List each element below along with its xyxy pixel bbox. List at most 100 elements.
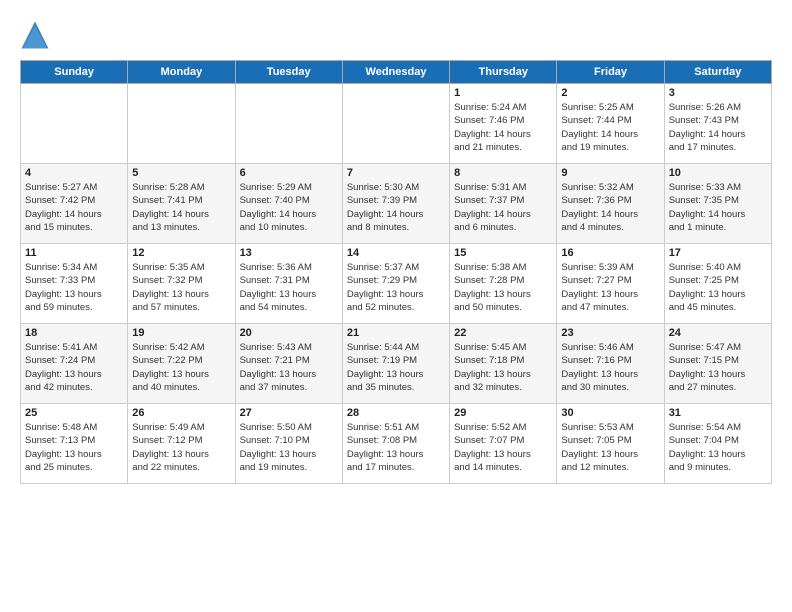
calendar-cell <box>21 84 128 164</box>
day-info: Sunrise: 5:52 AMSunset: 7:07 PMDaylight:… <box>454 421 552 474</box>
day-number: 8 <box>454 167 552 179</box>
day-info: Sunrise: 5:25 AMSunset: 7:44 PMDaylight:… <box>561 101 659 154</box>
day-number: 2 <box>561 87 659 99</box>
day-number: 4 <box>25 167 123 179</box>
logo-icon <box>20 20 50 50</box>
weekday-header-saturday: Saturday <box>664 61 771 84</box>
calendar-cell: 9 Sunrise: 5:32 AMSunset: 7:36 PMDaylight… <box>557 164 664 244</box>
weekday-header-row: SundayMondayTuesdayWednesdayThursdayFrid… <box>21 61 772 84</box>
calendar-cell: 17 Sunrise: 5:40 AMSunset: 7:25 PMDayligh… <box>664 244 771 324</box>
calendar-cell: 15 Sunrise: 5:38 AMSunset: 7:28 PMDayligh… <box>450 244 557 324</box>
calendar-cell: 8 Sunrise: 5:31 AMSunset: 7:37 PMDaylight… <box>450 164 557 244</box>
day-info: Sunrise: 5:50 AMSunset: 7:10 PMDaylight:… <box>240 421 338 474</box>
weekday-header-sunday: Sunday <box>21 61 128 84</box>
day-number: 5 <box>132 167 230 179</box>
calendar-week-5: 25Sunrise: 5:48 AMSunset: 7:13 PMDayligh… <box>21 404 772 484</box>
weekday-header-friday: Friday <box>557 61 664 84</box>
weekday-header-tuesday: Tuesday <box>235 61 342 84</box>
day-number: 7 <box>347 167 445 179</box>
calendar-cell: 29Sunrise: 5:52 AMSunset: 7:07 PMDayligh… <box>450 404 557 484</box>
day-info: Sunrise: 5:53 AMSunset: 7:05 PMDaylight:… <box>561 421 659 474</box>
day-info: Sunrise: 5:41 AMSunset: 7:24 PMDaylight:… <box>25 341 123 394</box>
day-info: Sunrise: 5:44 AMSunset: 7:19 PMDaylight:… <box>347 341 445 394</box>
day-info: Sunrise: 5:32 AMSunset: 7:36 PMDaylight:… <box>561 181 659 234</box>
calendar-cell: 19Sunrise: 5:42 AMSunset: 7:22 PMDayligh… <box>128 324 235 404</box>
calendar-cell: 31 Sunrise: 5:54 AMSunset: 7:04 PMDayligh… <box>664 404 771 484</box>
day-info: Sunrise: 5:54 AMSunset: 7:04 PMDaylight:… <box>669 421 767 474</box>
day-info: Sunrise: 5:30 AMSunset: 7:39 PMDaylight:… <box>347 181 445 234</box>
day-number: 28 <box>347 407 445 419</box>
calendar-cell: 16 Sunrise: 5:39 AMSunset: 7:27 PMDayligh… <box>557 244 664 324</box>
day-info: Sunrise: 5:49 AMSunset: 7:12 PMDaylight:… <box>132 421 230 474</box>
day-number: 26 <box>132 407 230 419</box>
day-number: 13 <box>240 247 338 259</box>
day-info: Sunrise: 5:47 AMSunset: 7:15 PMDaylight:… <box>669 341 767 394</box>
calendar-cell: 5 Sunrise: 5:28 AMSunset: 7:41 PMDaylight… <box>128 164 235 244</box>
day-number: 22 <box>454 327 552 339</box>
calendar-cell: 4 Sunrise: 5:27 AMSunset: 7:42 PMDaylight… <box>21 164 128 244</box>
calendar-body: 1 Sunrise: 5:24 AMSunset: 7:46 PMDaylight… <box>21 84 772 484</box>
day-number: 24 <box>669 327 767 339</box>
day-info: Sunrise: 5:35 AMSunset: 7:32 PMDaylight:… <box>132 261 230 314</box>
day-info: Sunrise: 5:45 AMSunset: 7:18 PMDaylight:… <box>454 341 552 394</box>
day-info: Sunrise: 5:36 AMSunset: 7:31 PMDaylight:… <box>240 261 338 314</box>
calendar-week-1: 1 Sunrise: 5:24 AMSunset: 7:46 PMDaylight… <box>21 84 772 164</box>
day-number: 30 <box>561 407 659 419</box>
weekday-header-wednesday: Wednesday <box>342 61 449 84</box>
calendar-cell: 2 Sunrise: 5:25 AMSunset: 7:44 PMDaylight… <box>557 84 664 164</box>
calendar-cell: 20Sunrise: 5:43 AMSunset: 7:21 PMDayligh… <box>235 324 342 404</box>
day-number: 23 <box>561 327 659 339</box>
day-number: 21 <box>347 327 445 339</box>
calendar-cell: 27 Sunrise: 5:50 AMSunset: 7:10 PMDayligh… <box>235 404 342 484</box>
calendar-cell <box>342 84 449 164</box>
day-number: 16 <box>561 247 659 259</box>
day-info: Sunrise: 5:28 AMSunset: 7:41 PMDaylight:… <box>132 181 230 234</box>
calendar-cell <box>128 84 235 164</box>
calendar-cell: 25Sunrise: 5:48 AMSunset: 7:13 PMDayligh… <box>21 404 128 484</box>
day-info: Sunrise: 5:51 AMSunset: 7:08 PMDaylight:… <box>347 421 445 474</box>
day-number: 9 <box>561 167 659 179</box>
calendar-cell: 11 Sunrise: 5:34 AMSunset: 7:33 PMDayligh… <box>21 244 128 324</box>
day-info: Sunrise: 5:37 AMSunset: 7:29 PMDaylight:… <box>347 261 445 314</box>
day-info: Sunrise: 5:40 AMSunset: 7:25 PMDaylight:… <box>669 261 767 314</box>
day-info: Sunrise: 5:46 AMSunset: 7:16 PMDaylight:… <box>561 341 659 394</box>
day-number: 10 <box>669 167 767 179</box>
calendar-cell: 18 Sunrise: 5:41 AMSunset: 7:24 PMDayligh… <box>21 324 128 404</box>
day-number: 1 <box>454 87 552 99</box>
day-info: Sunrise: 5:43 AMSunset: 7:21 PMDaylight:… <box>240 341 338 394</box>
calendar-week-3: 11 Sunrise: 5:34 AMSunset: 7:33 PMDayligh… <box>21 244 772 324</box>
calendar-cell: 21 Sunrise: 5:44 AMSunset: 7:19 PMDayligh… <box>342 324 449 404</box>
day-info: Sunrise: 5:31 AMSunset: 7:37 PMDaylight:… <box>454 181 552 234</box>
day-number: 15 <box>454 247 552 259</box>
calendar-cell: 12 Sunrise: 5:35 AMSunset: 7:32 PMDayligh… <box>128 244 235 324</box>
day-info: Sunrise: 5:38 AMSunset: 7:28 PMDaylight:… <box>454 261 552 314</box>
calendar-cell: 10 Sunrise: 5:33 AMSunset: 7:35 PMDayligh… <box>664 164 771 244</box>
calendar-cell <box>235 84 342 164</box>
day-number: 12 <box>132 247 230 259</box>
day-info: Sunrise: 5:24 AMSunset: 7:46 PMDaylight:… <box>454 101 552 154</box>
day-number: 18 <box>25 327 123 339</box>
header <box>20 20 772 50</box>
logo <box>20 20 54 50</box>
calendar-table: SundayMondayTuesdayWednesdayThursdayFrid… <box>20 60 772 484</box>
calendar-cell: 1 Sunrise: 5:24 AMSunset: 7:46 PMDaylight… <box>450 84 557 164</box>
calendar-cell: 30 Sunrise: 5:53 AMSunset: 7:05 PMDayligh… <box>557 404 664 484</box>
day-number: 17 <box>669 247 767 259</box>
day-number: 27 <box>240 407 338 419</box>
weekday-header-thursday: Thursday <box>450 61 557 84</box>
calendar-cell: 3Sunrise: 5:26 AMSunset: 7:43 PMDaylight… <box>664 84 771 164</box>
day-info: Sunrise: 5:33 AMSunset: 7:35 PMDaylight:… <box>669 181 767 234</box>
day-info: Sunrise: 5:42 AMSunset: 7:22 PMDaylight:… <box>132 341 230 394</box>
day-info: Sunrise: 5:34 AMSunset: 7:33 PMDaylight:… <box>25 261 123 314</box>
day-number: 3 <box>669 87 767 99</box>
calendar-cell: 23 Sunrise: 5:46 AMSunset: 7:16 PMDayligh… <box>557 324 664 404</box>
day-info: Sunrise: 5:39 AMSunset: 7:27 PMDaylight:… <box>561 261 659 314</box>
calendar-cell: 24 Sunrise: 5:47 AMSunset: 7:15 PMDayligh… <box>664 324 771 404</box>
day-number: 31 <box>669 407 767 419</box>
day-info: Sunrise: 5:29 AMSunset: 7:40 PMDaylight:… <box>240 181 338 234</box>
day-number: 25 <box>25 407 123 419</box>
day-number: 11 <box>25 247 123 259</box>
day-info: Sunrise: 5:27 AMSunset: 7:42 PMDaylight:… <box>25 181 123 234</box>
calendar-cell: 28 Sunrise: 5:51 AMSunset: 7:08 PMDayligh… <box>342 404 449 484</box>
calendar-cell: 13 Sunrise: 5:36 AMSunset: 7:31 PMDayligh… <box>235 244 342 324</box>
